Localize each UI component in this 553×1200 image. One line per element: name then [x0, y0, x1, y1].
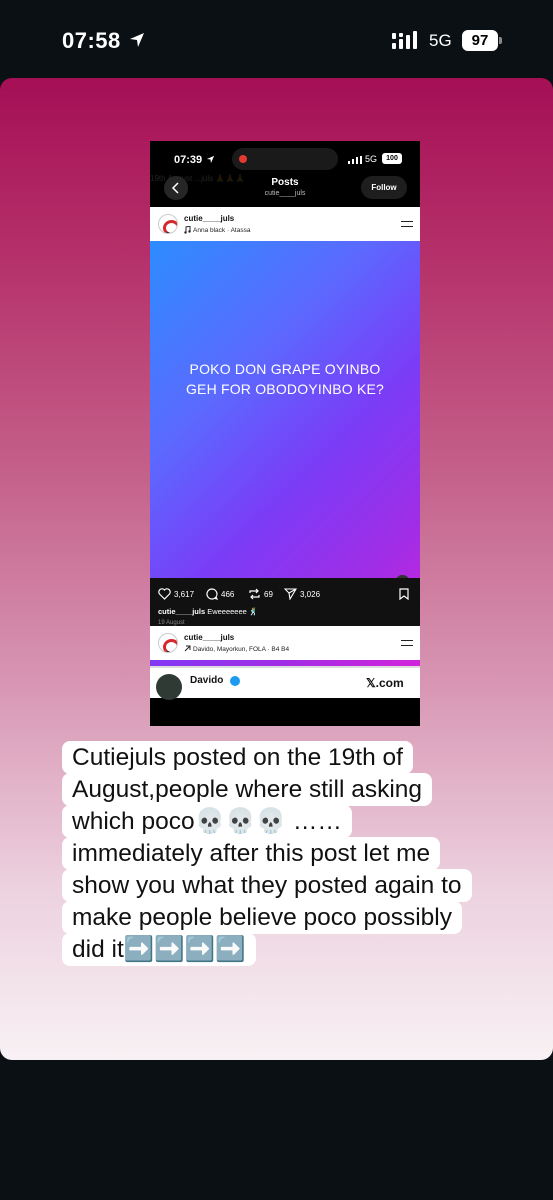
story-card[interactable]: 07:39 5G 100 19th August ...juls 🙏🙏🙏 Pos…: [0, 78, 553, 1060]
embedded-screenshot: 07:39 5G 100 19th August ...juls 🙏🙏🙏 Pos…: [150, 141, 420, 726]
repost-icon: [249, 588, 260, 600]
screenshot-network: 5G: [365, 154, 378, 164]
network-label: 5G: [429, 31, 452, 50]
next-post-username[interactable]: cutie____juls: [184, 633, 234, 642]
dynamic-island: [232, 148, 338, 170]
avatar[interactable]: [158, 214, 178, 234]
story-caption-text: Cutiejuls posted on the 19th of August,p…: [62, 741, 472, 966]
location-arrow-icon: [206, 155, 215, 164]
comments-count: 466: [221, 589, 235, 599]
bookmark-icon[interactable]: [399, 588, 409, 600]
screenshot-time: 07:39: [174, 154, 203, 166]
music-note-icon: [184, 226, 191, 234]
overlay-line-1: POKO DON GRAPE OYINBO: [189, 361, 381, 377]
post-overlay-text: POKO DON GRAPE OYINBO GEH FOR OBODOYINBO…: [150, 359, 420, 399]
shares-count: 3,026: [300, 589, 321, 599]
menu-icon[interactable]: [401, 221, 413, 227]
avatar: [156, 674, 182, 700]
like-action[interactable]: 3,617: [158, 588, 194, 600]
story-caption: Cutiejuls posted on the 19th of August,p…: [62, 741, 472, 966]
send-icon: [284, 588, 297, 600]
next-post-header: cutie____juls Davido, Mayorkun, FOLA · B…: [150, 626, 420, 660]
status-bar: 07:58 5G 97: [0, 0, 553, 80]
post-actions: 3,617 466 69 3,026 cutie____juls Eweeeee…: [150, 578, 420, 626]
recording-dot-icon: [239, 155, 247, 163]
comment-action[interactable]: 466: [206, 588, 234, 600]
comment-icon: [206, 588, 218, 600]
avatar[interactable]: [158, 633, 178, 653]
post-header: cutie____juls Anna black · Atassa: [150, 207, 420, 241]
share-action[interactable]: 3,026: [284, 588, 320, 600]
caption-username[interactable]: cutie____juls: [158, 607, 205, 616]
signal-icon: [348, 156, 362, 164]
screenshot-battery: 100: [382, 153, 402, 164]
post-username[interactable]: cutie____juls: [184, 214, 234, 223]
battery-indicator: 97: [462, 30, 498, 51]
link-preview[interactable]: Davido 𝕏.com: [150, 666, 420, 700]
preview-source: 𝕏.com: [366, 676, 404, 690]
post-caption: cutie____juls Eweeeeeee 🕺: [158, 607, 258, 616]
verified-badge-icon: [230, 676, 240, 686]
signal-icon: [392, 31, 417, 49]
posts-header: 19th August ...juls 🙏🙏🙏 Posts cutie____j…: [150, 171, 420, 207]
status-time: 07:58: [62, 28, 121, 53]
post-music[interactable]: Anna black · Atassa: [193, 227, 250, 234]
battery-tip-icon: [499, 37, 502, 44]
reposts-count: 69: [264, 589, 273, 599]
heart-icon: [158, 588, 171, 600]
preview-name: Davido: [190, 675, 224, 686]
caption-text: Eweeeeeee 🕺: [207, 607, 259, 616]
arrow-up-right-icon: [184, 645, 191, 652]
overlay-line-2: GEH FOR OBODOYINBO KE?: [185, 381, 385, 397]
menu-icon[interactable]: [401, 640, 413, 646]
location-arrow-icon: [130, 33, 144, 47]
repost-action[interactable]: 69: [248, 588, 273, 600]
follow-button[interactable]: Follow: [361, 176, 407, 199]
screenshot-status-bar: 07:39 5G 100: [150, 141, 420, 171]
likes-count: 3,617: [174, 589, 195, 599]
next-post-meta[interactable]: Davido, Mayorkun, FOLA · B4 B4: [193, 646, 289, 653]
